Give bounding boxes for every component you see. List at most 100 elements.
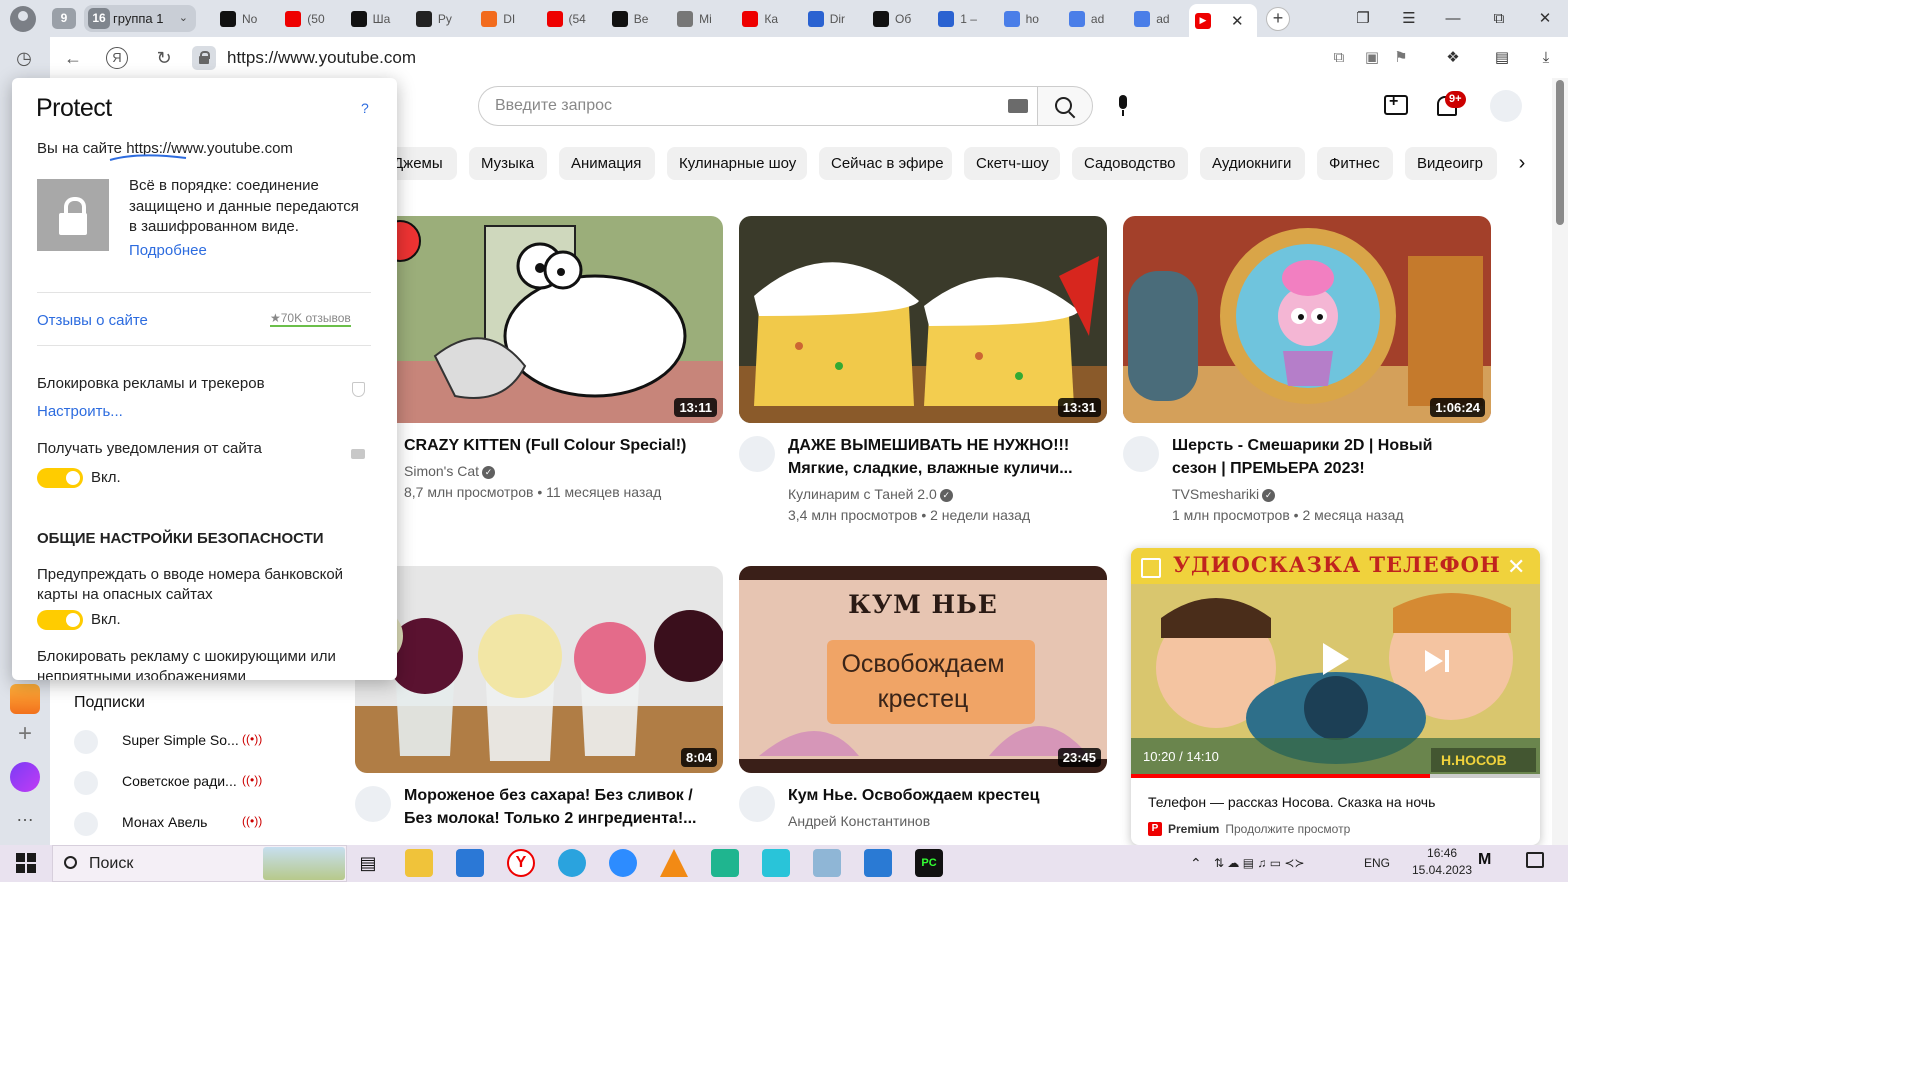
video-thumbnail[interactable]: 13:31 xyxy=(739,216,1107,423)
new-tab-button[interactable]: + xyxy=(1266,7,1290,31)
channel-avatar[interactable] xyxy=(1123,436,1159,472)
video-title[interactable]: Мороженое без сахара! Без сливок / xyxy=(404,784,724,807)
tab-group-count-badge[interactable]: 9 xyxy=(52,8,76,29)
video-thumbnail[interactable]: КУМ НЬЕ Освобождаем крестец 23:45 xyxy=(739,566,1107,773)
download-icon[interactable]: ⤓ xyxy=(1534,46,1558,70)
clock[interactable]: 16:46 15.04.2023 xyxy=(1412,846,1472,877)
close-icon[interactable]: ✕ xyxy=(1507,554,1525,580)
chevron-down-icon[interactable]: ⌄ xyxy=(179,5,188,32)
mini-player-progress[interactable] xyxy=(1131,774,1540,778)
next-icon[interactable] xyxy=(1425,650,1443,672)
app-icon[interactable] xyxy=(711,849,739,877)
search-input[interactable]: Введите запрос xyxy=(478,86,1038,126)
tray-icons[interactable]: ⇅ ☁ ▤ ♫ ▭ ≺≻ xyxy=(1214,845,1305,882)
messenger-icon[interactable] xyxy=(762,849,790,877)
restore-icon[interactable]: ⧉ xyxy=(1488,8,1510,30)
mail-app-icon[interactable] xyxy=(10,684,40,714)
browser-tab[interactable]: Mi xyxy=(671,4,731,33)
notifications-toggle[interactable] xyxy=(37,468,83,488)
minimize-icon[interactable]: — xyxy=(1442,8,1464,30)
app-tray-icon[interactable]: M xyxy=(1478,851,1491,869)
translate-icon[interactable]: ⧉ xyxy=(1327,46,1351,70)
chip-fitness[interactable]: Фитнес xyxy=(1317,147,1393,180)
video-title-line2[interactable]: Мягкие, сладкие, влажные куличи... xyxy=(788,457,1108,480)
profile-icon[interactable] xyxy=(10,6,36,32)
video-channel[interactable]: TVSmeshariki ✓ xyxy=(1172,484,1276,505)
tray-chevron-icon[interactable]: ⌃ xyxy=(1190,845,1202,882)
address-url[interactable]: https://www.youtube.com xyxy=(227,42,416,74)
extensions-icon[interactable]: ❖ xyxy=(1441,46,1465,70)
keyboard-icon[interactable] xyxy=(1008,99,1028,113)
mini-player-title[interactable]: Телефон — рассказ Носова. Сказка на ночь xyxy=(1148,794,1435,810)
browser-tab[interactable]: DI xyxy=(475,4,535,33)
play-icon[interactable] xyxy=(1323,643,1349,675)
yandex-browser-icon[interactable]: Y xyxy=(507,849,535,877)
channel-avatar[interactable] xyxy=(739,786,775,822)
tab-active-youtube[interactable]: ▶ ✕ xyxy=(1189,4,1257,37)
avatar[interactable] xyxy=(1490,90,1522,122)
collections-icon[interactable]: ❐ xyxy=(1352,8,1374,30)
close-tab-icon[interactable]: ✕ xyxy=(1231,12,1244,30)
chip-videogames[interactable]: Видеоигр xyxy=(1405,147,1497,180)
channel-avatar[interactable] xyxy=(739,436,775,472)
help-icon[interactable]: ? xyxy=(361,100,369,116)
mini-player-video[interactable]: УДИОСКАЗКА ТЕЛЕФОН Н.НОСОВ ✕ 10:20 / 14:… xyxy=(1131,548,1540,778)
video-title[interactable]: ДАЖЕ ВЫМЕШИВАТЬ НЕ НУЖНО!!! xyxy=(788,434,1108,457)
browser-tab[interactable]: No xyxy=(214,4,274,33)
chip-audiobooks[interactable]: Аудиокниги xyxy=(1200,147,1305,180)
site-reviews-link[interactable]: Отзывы о сайте xyxy=(37,312,148,329)
browser-tab[interactable]: 1 – xyxy=(932,4,992,33)
subscription-item[interactable]: Super Simple So... ((•)) xyxy=(74,728,274,756)
vscode-icon[interactable] xyxy=(864,849,892,877)
video-thumbnail[interactable]: 13:11 xyxy=(355,216,723,423)
browser-tab[interactable]: ad xyxy=(1128,4,1188,33)
reviews-count[interactable]: ★70K отзывов xyxy=(270,311,351,327)
browser-tab[interactable]: ho xyxy=(998,4,1058,33)
reader-icon[interactable]: ▣ xyxy=(1360,46,1384,70)
mini-player[interactable]: УДИОСКАЗКА ТЕЛЕФОН Н.НОСОВ ✕ 10:20 / 14:… xyxy=(1131,548,1540,845)
windows-start-icon[interactable] xyxy=(16,853,36,873)
premium-promo[interactable]: P Premium Продолжите просмотр xyxy=(1148,822,1350,836)
microphone-icon[interactable] xyxy=(1110,92,1136,120)
chip-cooking[interactable]: Кулинарные шоу xyxy=(667,147,807,180)
reading-list-icon[interactable]: ▤ xyxy=(1490,46,1514,70)
scrollbar-thumb[interactable] xyxy=(1556,80,1564,225)
video-title[interactable]: Шерсть - Смешарики 2D | Новый xyxy=(1172,434,1502,457)
expand-icon[interactable] xyxy=(1141,558,1161,578)
pycharm-icon[interactable]: PC xyxy=(915,849,943,877)
chip-sketch[interactable]: Скетч-шоу xyxy=(964,147,1060,180)
chip-gardening[interactable]: Садоводство xyxy=(1072,147,1188,180)
tab-group-button[interactable]: 16 группа 1 ⌄ xyxy=(84,5,196,32)
back-icon[interactable]: ← xyxy=(60,45,86,71)
browser-tab[interactable]: Dir xyxy=(802,4,862,33)
vlc-icon[interactable] xyxy=(660,849,688,877)
browser-tab[interactable]: ad xyxy=(1063,4,1123,33)
alice-assistant-icon[interactable] xyxy=(10,762,40,792)
video-channel[interactable]: Simon's Cat ✓ xyxy=(404,461,496,482)
video-title[interactable]: Кум Нье. Освобождаем крестец xyxy=(788,784,1108,807)
bookmark-icon[interactable]: ⚑ xyxy=(1389,46,1413,70)
subscription-item[interactable]: Советское ради... ((•)) xyxy=(74,769,274,797)
history-clock-icon[interactable]: ◷ xyxy=(11,45,37,71)
app-icon[interactable] xyxy=(813,849,841,877)
subscription-item[interactable]: Монах Авель ((•)) xyxy=(74,810,274,838)
chip-music[interactable]: Музыка xyxy=(469,147,547,180)
create-video-icon[interactable] xyxy=(1384,93,1408,115)
chevron-right-icon[interactable]: › xyxy=(1508,152,1536,176)
telegram-icon[interactable] xyxy=(558,849,586,877)
video-channel[interactable]: Андрей Константинов xyxy=(788,811,930,832)
task-view-icon[interactable]: ▤ xyxy=(354,849,382,877)
chip-animation[interactable]: Анимация xyxy=(559,147,655,180)
lock-icon[interactable] xyxy=(192,46,216,70)
video-title[interactable]: CRAZY KITTEN (Full Colour Special!) xyxy=(404,434,724,457)
reload-icon[interactable]: ↻ xyxy=(151,45,177,71)
file-explorer-icon[interactable] xyxy=(405,849,433,877)
search-button[interactable] xyxy=(1037,86,1093,126)
browser-tab[interactable]: Py xyxy=(410,4,470,33)
shield-icon[interactable] xyxy=(352,382,365,397)
mail-icon[interactable] xyxy=(456,849,484,877)
add-panel-icon[interactable]: + xyxy=(10,720,40,750)
close-window-icon[interactable]: ✕ xyxy=(1534,8,1556,30)
more-info-link[interactable]: Подробнее xyxy=(129,242,207,259)
browser-tab[interactable]: Об xyxy=(867,4,927,33)
